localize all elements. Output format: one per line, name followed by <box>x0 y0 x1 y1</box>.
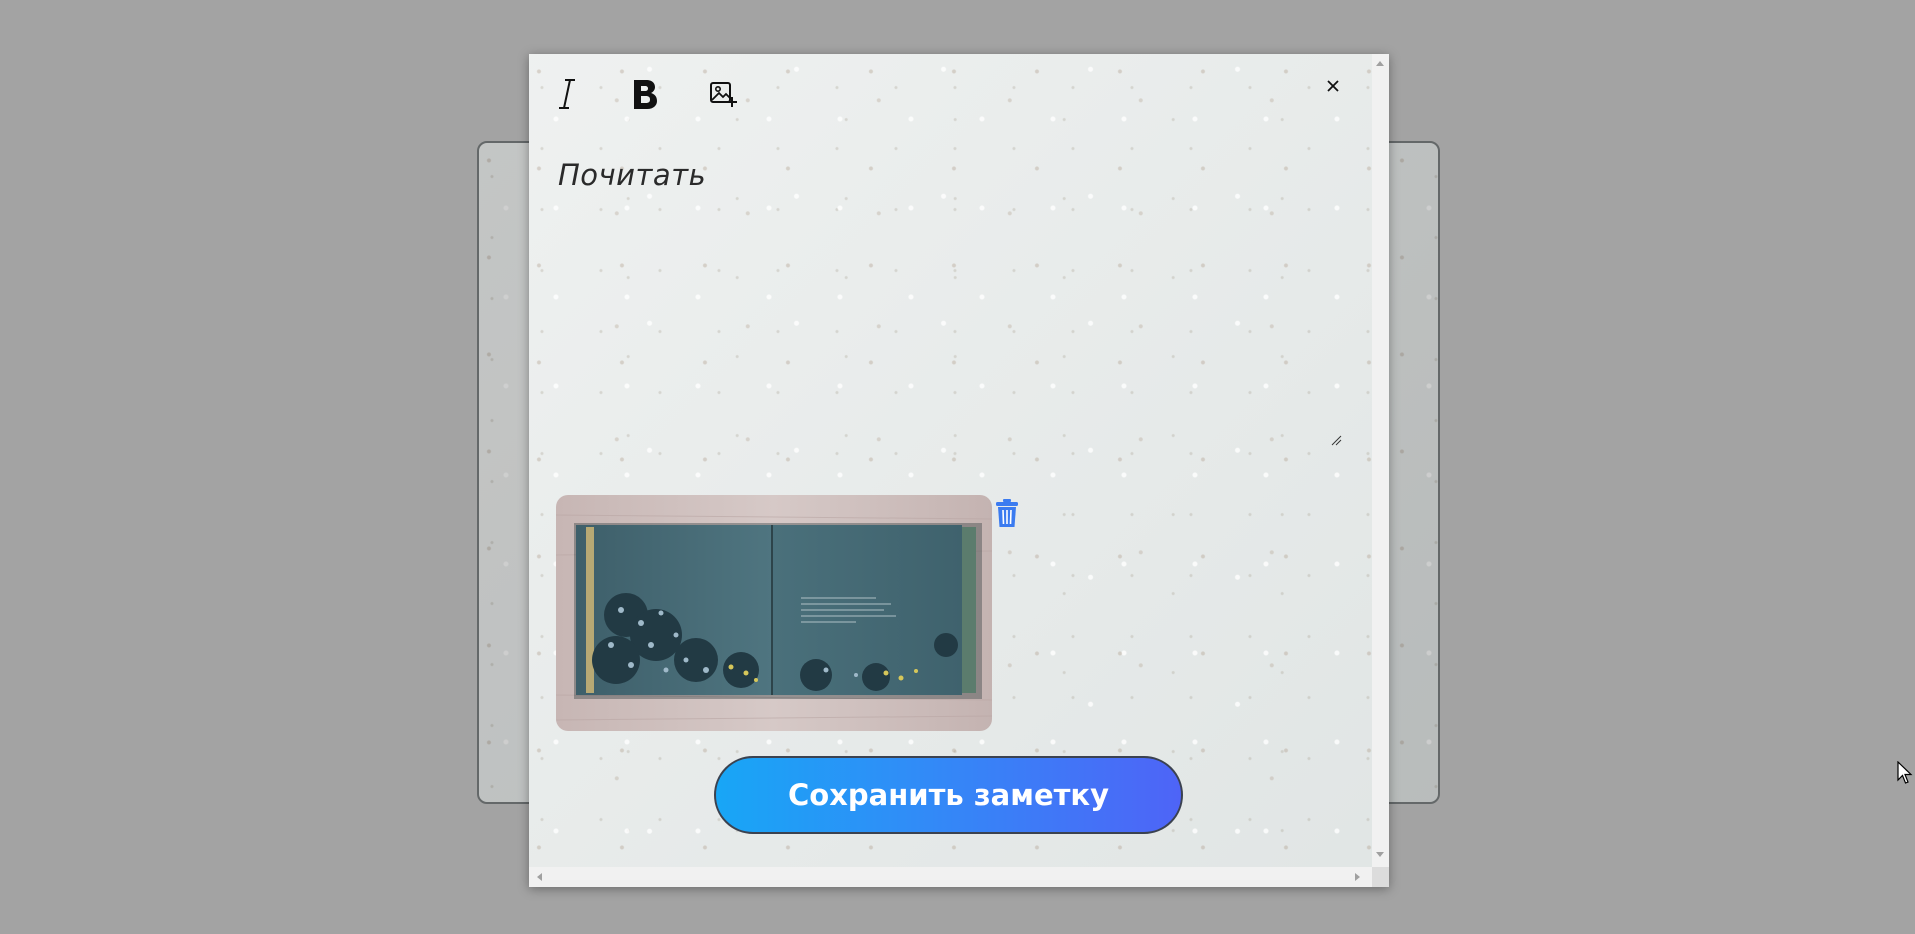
note-editor-content: Почитать Сохранить заметку <box>529 54 1372 867</box>
bold-button[interactable] <box>625 74 665 114</box>
close-button[interactable] <box>1321 74 1345 98</box>
bold-icon <box>634 80 657 109</box>
scroll-right-arrow-icon[interactable] <box>1355 873 1360 881</box>
attached-image <box>556 495 992 731</box>
horizontal-scrollbar[interactable] <box>529 867 1372 887</box>
vertical-scrollbar[interactable] <box>1372 54 1389 867</box>
scroll-left-arrow-icon[interactable] <box>537 873 542 881</box>
mouse-pointer-icon <box>1897 761 1913 784</box>
add-image-button[interactable] <box>703 74 743 114</box>
note-text: Почитать <box>558 158 707 192</box>
italic-button[interactable] <box>548 74 588 114</box>
scrollbar-corner <box>1372 867 1389 887</box>
book-photo <box>556 495 992 731</box>
scroll-down-arrow-icon[interactable] <box>1376 852 1384 857</box>
save-note-button[interactable]: Сохранить заметку <box>714 756 1183 834</box>
close-icon <box>1327 80 1339 92</box>
resize-handle-icon[interactable] <box>1330 434 1342 446</box>
trash-icon <box>996 499 1018 527</box>
note-editor-modal: Почитать Сохранить заметку <box>529 54 1389 887</box>
italic-icon <box>559 79 575 109</box>
add-image-icon <box>710 82 737 107</box>
note-text-area[interactable]: Почитать <box>558 158 1323 448</box>
delete-image-button[interactable] <box>993 497 1021 529</box>
save-note-label: Сохранить заметку <box>787 778 1110 812</box>
scroll-up-arrow-icon[interactable] <box>1376 61 1384 66</box>
